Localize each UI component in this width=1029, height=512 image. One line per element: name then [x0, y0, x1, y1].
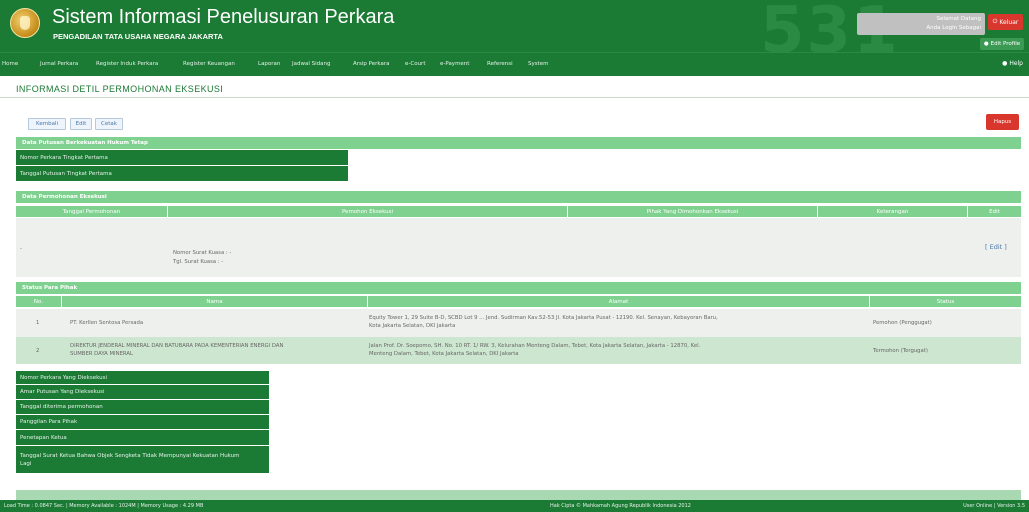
party-status: Pemohon (Penggugat) — [873, 320, 932, 326]
title-divider — [0, 97, 1029, 98]
back-button[interactable]: Kembali — [28, 118, 66, 130]
edit-permohonan-link[interactable]: [ Edit ] — [985, 243, 1007, 251]
col-status: Status — [870, 296, 1021, 307]
col-no: No. — [16, 296, 62, 307]
welcome-box: Selamat Datang Anda Login Sebagai — [857, 13, 985, 35]
col-edit: Edit — [968, 206, 1021, 217]
nav-referensi[interactable]: Referensi — [487, 61, 513, 67]
app-header: 531 Sistem Informasi Penelusuran Perkara… — [0, 0, 1029, 52]
col-tanggal-permohonan: Tanggal Permohonan — [16, 206, 168, 217]
party-address-line-2: Menteng Dalam, Tebet, Kota Jakarta Selat… — [369, 351, 519, 357]
party-address-line-2: Kota Jakarta Selatan, DKI Jakarta — [369, 323, 456, 329]
party-name-line-2: SUMBER DAYA MINERAL — [70, 351, 133, 357]
label-panggilan-para-pihak: Panggilan Para Pihak — [16, 415, 269, 430]
court-logo-icon — [10, 8, 40, 38]
label-tanggal-diterima-permohonan: Tanggal diterima permohonan — [16, 400, 269, 415]
permohonan-row: - Nomor Surat Kuasa : - Tgl. Surat Kuasa… — [16, 218, 1021, 277]
nav-laporan[interactable]: Laporan — [258, 61, 280, 67]
label-nomor-perkara-tingkat-pertama: Nomor Perkara Tingkat Pertama — [16, 150, 348, 166]
col-pihak-dimohonkan: Pihak Yang Dimohonkan Eksekusi — [568, 206, 818, 217]
footer-load-info: Load Time : 0.0847 Sec. | Memory Availab… — [4, 503, 204, 509]
footer-version: User Online | Version 3.5 — [963, 503, 1025, 509]
table-row: 2 DIREKTUR JENDERAL MINERAL DAN BATUBARA… — [16, 337, 1021, 364]
col-pemohon-eksekusi: Pemohon Eksekusi — [168, 206, 568, 217]
col-nama: Nama — [62, 296, 368, 307]
section-permohonan-header: Data Permohonan Eksekusi — [16, 191, 1021, 203]
nav-home[interactable]: Home — [2, 61, 18, 67]
power-icon: ⏻ — [992, 18, 998, 25]
nomor-surat-kuasa: Nomor Surat Kuasa : - — [173, 250, 232, 256]
welcome-line-2: Anda Login Sebagai — [926, 25, 981, 31]
permohonan-date-cell: - — [20, 246, 22, 252]
label-amar-putusan-dieksekusi: Amar Putusan Yang Dieksekusi — [16, 385, 269, 400]
label-tanggal-surat-ketua: Tanggal Surat Ketua Bahwa Objek Sengketa… — [16, 446, 269, 474]
nav-e-payment[interactable]: e-Payment — [440, 61, 469, 67]
print-button[interactable]: Cetak — [95, 118, 123, 130]
table-row: 1 PT. Kerllen Sentosa Persada Equity Tow… — [16, 309, 1021, 337]
col-alamat: Alamat — [368, 296, 870, 307]
party-no: 2 — [36, 348, 40, 354]
app-subtitle: PENGADILAN TATA USAHA NEGARA JAKARTA — [53, 32, 223, 41]
user-icon: ● — [983, 41, 989, 47]
logout-button[interactable]: ⏻ Keluar — [988, 14, 1023, 30]
edit-profile-button[interactable]: ● Edit Profile — [980, 38, 1024, 50]
section-putusan-header: Data Putusan Berkekuatan Hukum Tetap — [16, 137, 1021, 149]
nav-register-induk-perkara[interactable]: Register Induk Perkara — [96, 61, 158, 67]
nav-jurnal-perkara[interactable]: Jurnal Perkara — [40, 61, 78, 67]
welcome-line-1: Selamat Datang — [936, 16, 981, 22]
party-name-line-1: DIREKTUR JENDERAL MINERAL DAN BATUBARA P… — [70, 343, 284, 349]
logout-label: Keluar — [999, 18, 1019, 26]
label-nomor-perkara-dieksekusi: Nomor Perkara Yang Dieksekusi — [16, 371, 269, 385]
help-icon: ● — [1002, 60, 1008, 67]
help-link[interactable]: ● Help — [1002, 60, 1023, 67]
nav-e-court[interactable]: e-Court — [405, 61, 425, 67]
label-penetapan-ketua: Penetapan Ketua — [16, 430, 269, 446]
footer-copyright: Hak Cipta © Mahkamah Agung Republik Indo… — [550, 503, 691, 509]
col-keterangan: Keterangan — [818, 206, 968, 217]
help-label: Help — [1009, 60, 1023, 67]
party-status: Termohon (Tergugat) — [873, 348, 928, 354]
next-section-header — [16, 490, 1021, 500]
nav-system[interactable]: System — [528, 61, 549, 67]
party-address-line-1: Jalan Prof. Dr. Soepomo, SH. No. 10 RT. … — [369, 343, 701, 349]
nav-jadwal-sidang[interactable]: Jadwal Sidang — [292, 61, 331, 67]
section-pihak-header: Status Para Pihak — [16, 282, 1021, 294]
nav-register-keuangan[interactable]: Register Keuangan — [183, 61, 235, 67]
app-title: Sistem Informasi Penelusuran Perkara — [52, 6, 395, 28]
main-navbar: Home Jurnal Perkara Register Induk Perka… — [0, 52, 1029, 76]
label-tanggal-putusan-tingkat-pertama: Tanggal Putusan Tingkat Pertama — [16, 166, 348, 182]
page-title: INFORMASI DETIL PERMOHONAN EKSEKUSI — [16, 84, 224, 94]
app-footer: Load Time : 0.0847 Sec. | Memory Availab… — [0, 500, 1029, 512]
party-address-line-1: Equity Tower 1, 29 Suite B-D, SCBD Lot 9… — [369, 315, 718, 321]
edit-profile-label: Edit Profile — [990, 41, 1021, 47]
edit-button[interactable]: Edit — [70, 118, 92, 130]
tgl-surat-kuasa: Tgl. Surat Kuasa : - — [173, 259, 224, 265]
nav-arsip-perkara[interactable]: Arsip Perkara — [353, 61, 390, 67]
delete-button[interactable]: Hapus — [986, 114, 1019, 130]
party-name: PT. Kerllen Sentosa Persada — [70, 320, 144, 326]
party-no: 1 — [36, 320, 40, 326]
